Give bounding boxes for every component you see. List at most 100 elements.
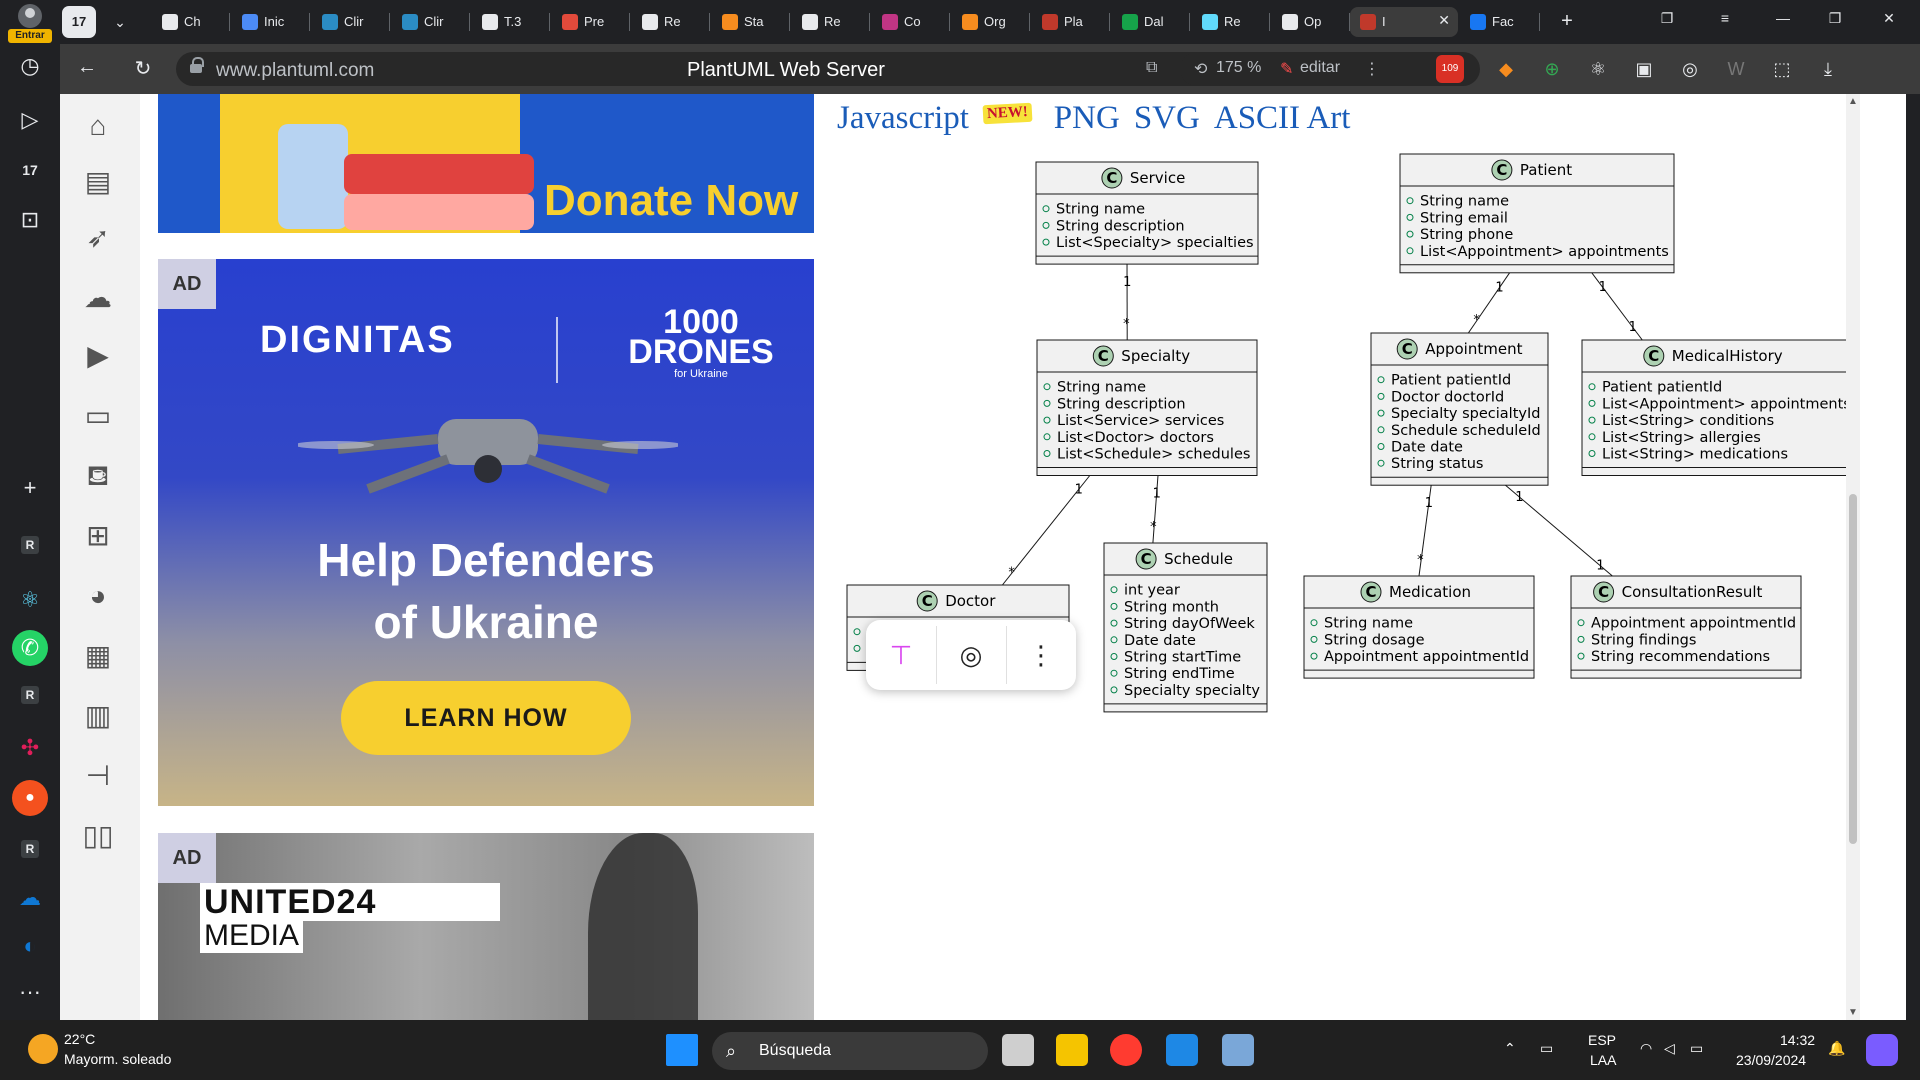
notifications-bell-icon[interactable]: 🔔 — [1828, 1040, 1845, 1057]
file-explorer-icon[interactable] — [1056, 1034, 1088, 1066]
tab-17[interactable]: Fac — [1460, 7, 1540, 37]
sidebar-app-r-3[interactable]: R — [21, 840, 39, 858]
page-scrollbar[interactable]: ▲ ▼ — [1846, 94, 1860, 1020]
class-name: Schedule — [1164, 550, 1233, 568]
tab-9[interactable]: Re — [792, 7, 870, 37]
back-button[interactable]: ← — [72, 56, 102, 79]
visual-search-icon[interactable]: ◎ — [948, 632, 994, 678]
volume-icon[interactable]: ◁ — [1664, 1040, 1675, 1057]
class-marker-letter: C — [1402, 340, 1413, 358]
tab-4[interactable]: Clir — [392, 7, 470, 37]
tab-7[interactable]: Re — [632, 7, 710, 37]
page-menu-icon[interactable]: ⋮ — [1364, 59, 1380, 79]
tab-group-counter[interactable]: 17 — [62, 6, 96, 38]
class-attribute: Patient patientId — [1391, 373, 1511, 389]
add-extension-icon[interactable]: ⊕ — [1538, 55, 1566, 83]
clock-time[interactable]: 14:32 — [1780, 1032, 1815, 1048]
vscode-icon[interactable] — [1166, 1034, 1198, 1066]
onedrive-icon[interactable]: ☁ — [12, 880, 48, 916]
more-options-icon[interactable]: ⋮ — [1018, 632, 1064, 678]
task-view-icon[interactable] — [1002, 1034, 1034, 1066]
reload-button[interactable]: ↻ — [128, 56, 158, 81]
edge-icon[interactable]: ◐ — [12, 928, 48, 964]
keyboard-layout[interactable]: LAA — [1590, 1052, 1616, 1068]
scroll-up-icon[interactable]: ▲ — [1848, 96, 1858, 107]
show-hidden-icons-icon[interactable]: ⌃ — [1504, 1040, 1516, 1057]
multiplicity-label: * — [1008, 565, 1015, 580]
tab-16[interactable]: I ✕ — [1350, 7, 1458, 37]
battery-icon[interactable]: ▭ — [1690, 1040, 1703, 1057]
zoom-level[interactable]: 175 % — [1216, 59, 1261, 77]
language-code[interactable]: ESP — [1588, 1032, 1616, 1048]
tab-1[interactable]: Ch — [152, 7, 230, 37]
tab-count-icon[interactable]: ⧉ — [1146, 59, 1157, 77]
download-icon[interactable]: ⤓ — [1814, 55, 1842, 83]
tab-14[interactable]: Re — [1192, 7, 1270, 37]
tab-13[interactable]: Dal — [1112, 7, 1190, 37]
tab-8[interactable]: Sta — [712, 7, 790, 37]
tab-2[interactable]: Inic — [232, 7, 310, 37]
text-extract-icon[interactable]: ⊤ — [878, 632, 924, 678]
scroll-down-icon[interactable]: ▼ — [1848, 1007, 1858, 1018]
class-attribute: List<String> conditions — [1602, 413, 1774, 429]
scrollbar-thumb[interactable] — [1849, 494, 1857, 844]
more-icon[interactable]: ··· — [12, 974, 48, 1010]
temperature[interactable]: 22°C — [64, 1031, 95, 1047]
add-panel-icon[interactable]: + — [12, 470, 48, 506]
edit-icon[interactable]: ✎ — [1280, 59, 1293, 79]
wikipedia-icon[interactable]: W — [1722, 55, 1750, 83]
tab-11[interactable]: Org — [952, 7, 1030, 37]
tab-10[interactable]: Co — [872, 7, 950, 37]
sidebar-app-r-1[interactable]: R — [21, 536, 39, 554]
sidebar-app-r-2[interactable]: R — [21, 686, 39, 704]
url-text[interactable]: www.plantuml.com — [216, 60, 374, 82]
taskbar-search[interactable]: ⌕ Búsqueda — [712, 1032, 988, 1070]
tab-5[interactable]: T.3 — [472, 7, 550, 37]
tab-list-chevron-icon[interactable]: ⌄ — [104, 8, 136, 36]
extension-orange-icon[interactable]: ◆ — [1492, 55, 1520, 83]
whatsapp-icon[interactable]: ✆ — [12, 630, 48, 666]
close-tab-icon[interactable]: ✕ — [1438, 12, 1450, 29]
tab-6[interactable]: Pre — [552, 7, 630, 37]
class-attribute: List<Doctor> doctors — [1057, 430, 1214, 446]
remote-desktop-icon[interactable] — [1222, 1034, 1254, 1066]
address-bar[interactable]: www.plantuml.com PlantUML Web Server ⧉ 🔖 — [176, 52, 1236, 86]
calendar-icon[interactable]: 17 — [12, 152, 48, 188]
wifi-icon[interactable]: ◠ — [1640, 1040, 1652, 1057]
slack-icon[interactable]: ✣ — [12, 730, 48, 766]
clock-date[interactable]: 23/09/2024 — [1736, 1052, 1806, 1068]
mail-extension-badge[interactable]: 109 — [1436, 55, 1464, 83]
extensions-puzzle-icon[interactable]: ⬚ — [1768, 55, 1796, 83]
copilot-icon[interactable] — [1866, 1034, 1898, 1066]
close-window-button[interactable]: ✕ — [1874, 10, 1904, 27]
class-attribute: String recommendations — [1591, 649, 1770, 665]
extension-square-icon[interactable]: ▣ — [1630, 55, 1658, 83]
start-windows-icon[interactable] — [666, 1034, 698, 1066]
app-orange-icon[interactable]: ● — [12, 780, 48, 816]
restore-button[interactable]: ❐ — [1820, 10, 1850, 27]
video-icon[interactable]: ▷ — [12, 102, 48, 138]
tab-strip: Entrar 17 ⌄ Ch Inic Clir Clir T.3 Pre Re Sta Re C… — [0, 0, 1920, 44]
yandex-browser-icon[interactable] — [1110, 1034, 1142, 1066]
tab-label: Sta — [744, 14, 764, 29]
windows-taskbar: 22°C Mayorm. soleado ⌕ Búsqueda ⌃ ▭ ESP … — [0, 1020, 1920, 1080]
screenshot-icon[interactable]: ⊡ — [12, 202, 48, 238]
tab-favicon-icon — [1470, 14, 1486, 30]
new-tab-button[interactable]: + — [1554, 9, 1580, 35]
zoom-icon[interactable]: ⟲ — [1194, 59, 1207, 79]
tab-15[interactable]: Op — [1272, 7, 1350, 37]
profile-button[interactable]: Entrar — [6, 4, 54, 43]
react-icon[interactable]: ⚛ — [12, 582, 48, 618]
target-icon[interactable]: ◎ — [1676, 55, 1704, 83]
weather-condition[interactable]: Mayorm. soleado — [64, 1051, 171, 1067]
tablet-icon[interactable]: ▭ — [1540, 1040, 1553, 1057]
weather-sun-icon[interactable] — [28, 1034, 58, 1064]
history-icon[interactable]: ◷ — [12, 48, 48, 84]
edit-button[interactable]: editar — [1300, 59, 1340, 77]
tab-12[interactable]: Pla — [1032, 7, 1110, 37]
react-devtools-icon[interactable]: ⚛ — [1584, 55, 1612, 83]
tab-3[interactable]: Clir — [312, 7, 390, 37]
collections-icon[interactable]: ❐ — [1652, 10, 1682, 27]
menu-icon[interactable]: ≡ — [1710, 10, 1740, 26]
minimize-button[interactable]: — — [1768, 10, 1798, 26]
